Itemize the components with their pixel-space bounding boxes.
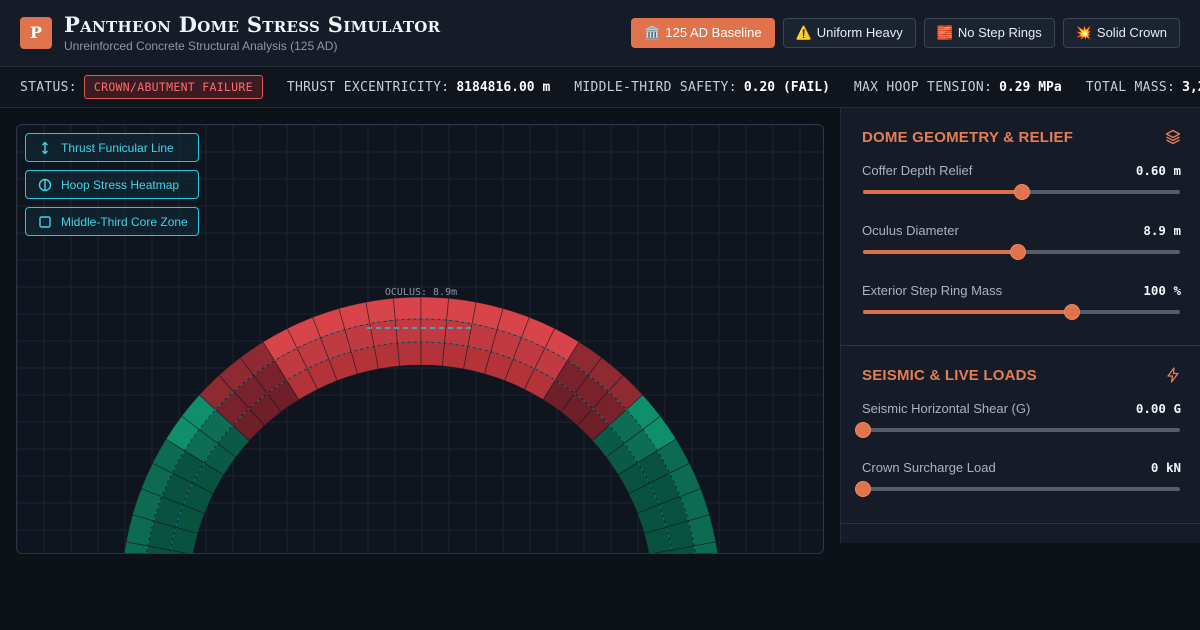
coffer-depth-control: Coffer Depth Relief 0.60 m (862, 163, 1181, 213)
control-value: 0 kN (1150, 460, 1181, 475)
max-hoop-tension-label: MAX HOOP TENSION: (853, 79, 993, 95)
voussoir-block (446, 297, 477, 325)
coffer-depth-slider[interactable] (863, 184, 1180, 200)
voussoir-block (394, 318, 422, 344)
preset-label: No Step Rings (957, 25, 1042, 40)
slider-thumb[interactable] (855, 481, 871, 497)
preset-group: 🏛️ 125 AD Baseline ⚠️ Uniform Heavy 🧱 No… (631, 18, 1180, 48)
half-circle-icon (38, 178, 52, 191)
voussoir-block (397, 341, 422, 367)
workspace: OCULUS: 8.9m Thrust Funicular Line Hoop … (0, 108, 840, 554)
slider-fill (863, 190, 1022, 194)
voussoir-block (420, 341, 445, 367)
preset-label: Solid Crown (1096, 25, 1167, 40)
explosion-icon: 💥 (1075, 25, 1092, 40)
slider-thumb[interactable] (1009, 244, 1026, 260)
preset-button-solid-crown[interactable]: 💥 Solid Crown (1062, 18, 1180, 48)
brick-icon: 🧱 (936, 25, 953, 40)
control-value: 100 % (1143, 283, 1181, 298)
toggle-label: Hoop Stress Heatmap (61, 177, 180, 192)
seismic-shear-slider[interactable] (855, 422, 1180, 438)
voussoir-block (392, 296, 422, 321)
middle-third-safety-value: 0.20 (FAIL) (743, 79, 830, 95)
overlay-toggle-group: Thrust Funicular Line Hoop Stress Heatma… (25, 133, 199, 236)
temple-icon: 🏛️ (644, 25, 661, 40)
toggle-label: Middle-Third Core Zone (61, 214, 188, 229)
voussoir-block (373, 342, 401, 370)
status-badge: CROWN/ABUTMENT FAILURE (83, 75, 263, 99)
oculus-diameter-slider[interactable] (863, 244, 1180, 260)
slider-thumb[interactable] (855, 422, 871, 438)
middle-third-safety-label: MIDDLE-THIRD SAFETY: (574, 79, 737, 95)
slider-fill (863, 250, 1018, 254)
preset-button-uniform-heavy[interactable]: ⚠️ Uniform Heavy (782, 18, 916, 48)
slider-fill (863, 310, 1073, 314)
thrust-excentricity-stat: THRUST EXCENTRICITY: 8184816.00 m (287, 80, 550, 95)
voussoir-block (420, 296, 450, 321)
toggle-middle-third-core-zone[interactable]: Middle-Third Core Zone (25, 207, 199, 236)
layers-icon (1165, 129, 1181, 145)
dome-voussoirs (123, 296, 719, 553)
preset-label: Uniform Heavy (816, 25, 903, 40)
geometry-section: DOME GEOMETRY & RELIEF Coffer Depth Reli… (841, 108, 1200, 346)
warning-icon: ⚠️ (795, 25, 812, 40)
toggle-hoop-stress-heatmap[interactable]: Hoop Stress Heatmap (25, 170, 199, 199)
total-mass-value: 3,29 (1182, 79, 1200, 95)
preset-button-baseline[interactable]: 🏛️ 125 AD Baseline (631, 18, 775, 48)
crown-surcharge-control: Crown Surcharge Load 0 kN (855, 460, 1181, 510)
app-logo: P (20, 17, 52, 49)
control-label: Exterior Step Ring Mass (862, 283, 1003, 298)
voussoir-block (369, 319, 398, 347)
vertical-arrows-icon (42, 141, 48, 154)
thrust-excentricity-value: 8184816.00 m (456, 79, 551, 95)
status-stat: STATUS: CROWN/ABUTMENT FAILURE (20, 75, 263, 99)
voussoir-block (420, 318, 448, 344)
loads-section: SEISMIC & LIVE LOADS Seismic Horizontal … (841, 346, 1200, 524)
app-title: Pantheon Dome Stress Simulator (64, 12, 441, 37)
section-title: SEISMIC & LIVE LOADS (862, 367, 1037, 384)
control-label: Oculus Diameter (862, 223, 959, 238)
step-ring-mass-slider[interactable] (863, 304, 1180, 320)
max-hoop-tension-value: 0.29 MPa (999, 79, 1062, 95)
slider-thumb[interactable] (1064, 304, 1081, 320)
thrust-excentricity-label: THRUST EXCENTRICITY: (286, 79, 450, 95)
control-label: Coffer Depth Relief (862, 163, 973, 178)
seismic-shear-control: Seismic Horizontal Shear (G) 0.00 G (855, 401, 1181, 451)
voussoir-block (444, 319, 473, 347)
control-sidebar: DOME GEOMETRY & RELIEF Coffer Depth Reli… (840, 108, 1200, 543)
step-ring-mass-control: Exterior Step Ring Mass 100 % (862, 283, 1181, 333)
max-hoop-tension-stat: MAX HOOP TENSION: 0.29 MPa (854, 80, 1062, 95)
oculus-label: OCULUS: 8.9m (385, 287, 457, 298)
dome-canvas[interactable]: OCULUS: 8.9m Thrust Funicular Line Hoop … (16, 124, 824, 554)
section-title: DOME GEOMETRY & RELIEF (862, 129, 1074, 146)
status-bar: STATUS: CROWN/ABUTMENT FAILURE THRUST EX… (0, 67, 1200, 108)
oculus-diameter-control: Oculus Diameter 8.9 m (862, 223, 1181, 273)
slider-thumb[interactable] (1013, 184, 1030, 200)
control-value: 8.9 m (1143, 223, 1181, 238)
toggle-label: Thrust Funicular Line (61, 140, 174, 155)
preset-label: 125 AD Baseline (665, 25, 762, 40)
control-label: Crown Surcharge Load (862, 460, 996, 475)
square-icon (39, 215, 51, 228)
crown-surcharge-slider[interactable] (855, 481, 1180, 497)
preset-button-no-step-rings[interactable]: 🧱 No Step Rings (923, 18, 1055, 48)
lightning-icon (1167, 367, 1179, 383)
middle-third-safety-stat: MIDDLE-THIRD SAFETY: 0.20 (FAIL) (574, 80, 830, 95)
control-value: 0.00 G (1135, 401, 1181, 416)
total-mass-label: TOTAL MASS: (1085, 79, 1176, 95)
status-label: STATUS: (20, 79, 77, 95)
total-mass-stat: TOTAL MASS: 3,29 (1086, 80, 1200, 95)
app-subtitle: Unreinforced Concrete Structural Analysi… (64, 39, 338, 53)
control-value: 0.60 m (1135, 163, 1181, 178)
voussoir-block (365, 297, 396, 325)
app-header: P Pantheon Dome Stress Simulator Unreinf… (0, 0, 1200, 67)
control-label: Seismic Horizontal Shear (G) (862, 401, 1031, 416)
toggle-thrust-funicular-line[interactable]: Thrust Funicular Line (25, 133, 199, 162)
